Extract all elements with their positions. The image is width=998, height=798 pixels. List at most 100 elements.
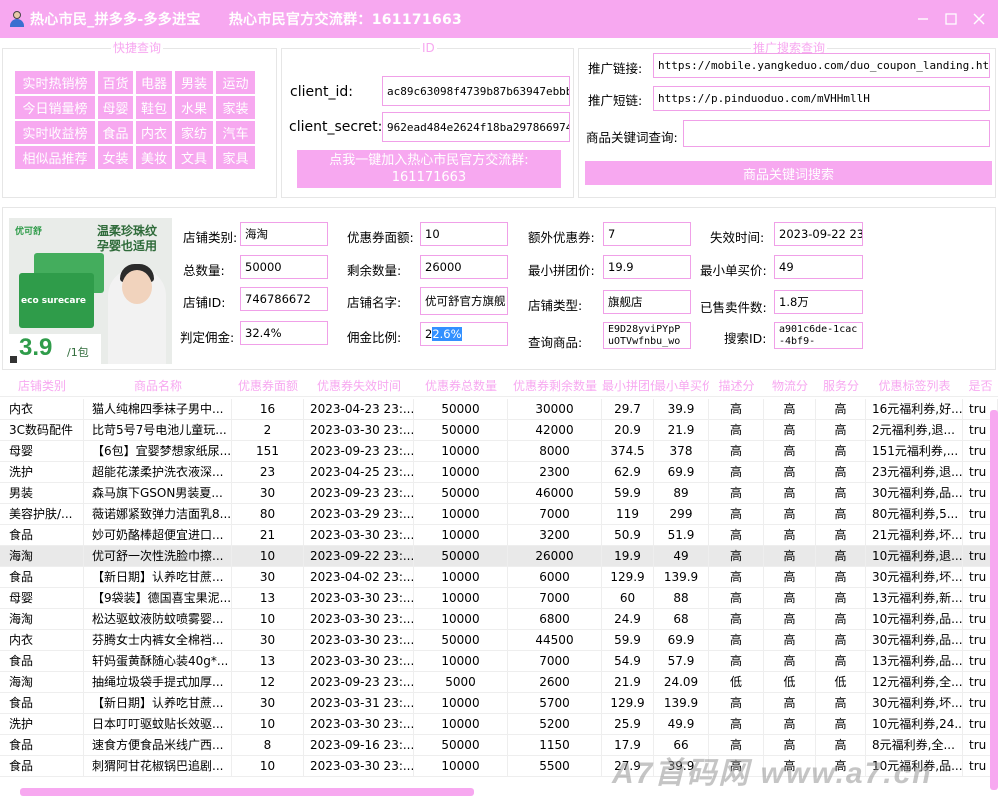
quick-query-button[interactable]: 食品 (98, 121, 133, 144)
table-row[interactable]: 洗护 日本叮叮驱蚊贴长效驱... 10 2023-03-30 23:... 10000 5… (0, 714, 998, 735)
commission-ratio-prefix: 2 (425, 327, 433, 341)
sold-label: 已售卖件数: (700, 300, 767, 315)
quick-query-button[interactable]: 汽车 (216, 121, 255, 144)
table-row[interactable]: 内衣 猫人纯棉四季袜子男中... 16 2023-04-23 23:... 50000 3… (0, 399, 998, 420)
join-group-button[interactable]: 点我一键加入热心市民官方交流群: 161171663 (297, 150, 561, 188)
table-row[interactable]: 母婴 【6包】宜婴梦想家纸尿... 151 2023-09-23 23:... 1000… (0, 441, 998, 462)
column-header[interactable]: 优惠券面额 (232, 375, 304, 396)
table-cell: 30元福利券,品... (866, 483, 963, 503)
column-header[interactable]: 是否 (963, 375, 998, 396)
table-cell: 10000 (414, 693, 508, 713)
sold-field[interactable]: 1.8万 (774, 290, 863, 314)
table-cell: 2023-09-23 23:... (304, 441, 414, 461)
column-header[interactable]: 商品名称 (84, 375, 232, 396)
quick-query-button[interactable]: 家具 (216, 146, 255, 169)
quick-query-button[interactable]: 女装 (98, 146, 133, 169)
column-header[interactable]: 物流分 (764, 375, 816, 396)
expire-field[interactable]: 2023-09-22 23:5 (774, 222, 863, 246)
table-row[interactable]: 美容护肤/... 薇诺娜紧致弹力洁面乳8... 80 2023-03-29 23:..… (0, 504, 998, 525)
column-header[interactable]: 最小单买价 (654, 375, 709, 396)
client-secret-input[interactable]: 962ead484e2624f18ba29786697412f (382, 112, 570, 142)
quick-query-button[interactable]: 内衣 (136, 121, 172, 144)
minimize-icon[interactable] (912, 8, 934, 30)
quick-query-button[interactable]: 实时热销榜 (15, 71, 95, 94)
judge-commission-field[interactable]: 32.4% (240, 321, 328, 345)
shop-category-field[interactable]: 海淘 (240, 222, 328, 246)
coupon-amount-field[interactable]: 10 (420, 222, 508, 246)
query-goods-field[interactable]: E9D28yviPYpPuOTVwfnbu_wokZmo (603, 322, 691, 349)
table-row[interactable]: 食品 妙可奶酪棒超便宜进口... 21 2023-03-30 23:... 10000 3… (0, 525, 998, 546)
shop-kind-field[interactable]: 旗舰店 (603, 290, 691, 314)
total-field[interactable]: 50000 (240, 255, 328, 279)
column-header[interactable]: 优惠券失效时间 (304, 375, 414, 396)
quick-query-button[interactable]: 家装 (216, 96, 255, 119)
quick-query-button[interactable]: 实时收益榜 (15, 121, 95, 144)
column-header[interactable]: 优惠券剩余数量 (508, 375, 602, 396)
table-row[interactable]: 食品 【新日期】认养吃甘蔗... 30 2023-04-02 23:... 10000 6… (0, 567, 998, 588)
quick-query-button[interactable]: 电器 (136, 71, 172, 94)
keyword-input[interactable] (683, 120, 990, 147)
column-header[interactable]: 描述分 (709, 375, 764, 396)
extra-coupon-field[interactable]: 7 (603, 222, 691, 246)
query-goods-label: 查询商品: (528, 335, 583, 350)
table-cell: 10000 (414, 651, 508, 671)
table-cell: 10 (232, 756, 304, 776)
quick-query-button[interactable]: 母婴 (98, 96, 133, 119)
min-group-field[interactable]: 19.9 (603, 255, 691, 279)
table-cell: 速食方便食品米线广西... (84, 735, 232, 755)
quick-query-button[interactable]: 运动 (216, 71, 255, 94)
table-row[interactable]: 洗护 超能花漾柔护洗衣液深... 23 2023-04-25 23:... 10000 2… (0, 462, 998, 483)
table-cell: 高 (709, 399, 764, 419)
commission-ratio-field[interactable]: 2 2.6% (420, 322, 508, 346)
table-row[interactable]: 海淘 松达驱蚊液防蚊喷雾婴... 10 2023-03-30 23:... 10000 6… (0, 609, 998, 630)
quick-query-button[interactable]: 男装 (175, 71, 213, 94)
table-cell: 2023-03-29 23:... (304, 504, 414, 524)
column-header[interactable]: 最小拼团价 (602, 375, 654, 396)
table-header: 店铺类别商品名称优惠券面额优惠券失效时间优惠券总数量优惠券剩余数量最小拼团价最小… (0, 375, 998, 397)
table-row[interactable]: 3C数码配件 比苛5号7号电池儿童玩... 2 2023-03-30 23:... 50… (0, 420, 998, 441)
quick-query-button[interactable]: 文具 (175, 146, 213, 169)
promo-short-input[interactable]: https://p.pinduoduo.com/mVHHmllH (653, 86, 990, 111)
column-header[interactable]: 优惠标签列表 (866, 375, 963, 396)
goods-table: 店铺类别商品名称优惠券面额优惠券失效时间优惠券总数量优惠券剩余数量最小拼团价最小… (0, 375, 998, 798)
remain-field[interactable]: 26000 (420, 255, 508, 279)
table-row[interactable]: 海淘 优可舒一次性洗脸巾擦... 10 2023-09-22 23:... 50000 2… (0, 546, 998, 567)
table-cell: 10 (232, 546, 304, 566)
shop-id-field[interactable]: 746786672 (240, 287, 328, 311)
table-cell: 10元福利券,品... (866, 609, 963, 629)
table-row[interactable]: 海淘 抽绳垃圾袋手提式加厚... 12 2023-09-23 23:... 5000 26… (0, 672, 998, 693)
table-row[interactable]: 内衣 芬腾女士内裤女全棉裆... 30 2023-03-30 23:... 50000 4… (0, 630, 998, 651)
vertical-scrollbar[interactable] (990, 410, 998, 790)
quick-query-button[interactable]: 百货 (98, 71, 133, 94)
maximize-icon[interactable] (940, 8, 962, 30)
quick-query-button[interactable]: 相似品推荐 (15, 146, 95, 169)
table-cell: 30元福利券,品... (866, 630, 963, 650)
column-header[interactable]: 店铺类别 (0, 375, 84, 396)
quick-query-button[interactable]: 水果 (175, 96, 213, 119)
min-single-field[interactable]: 49 (774, 255, 863, 279)
quick-query-button[interactable]: 家纺 (175, 121, 213, 144)
table-row[interactable]: 食品 【新日期】认养吃甘蔗... 30 2023-03-31 23:... 10000 5… (0, 693, 998, 714)
table-cell: 高 (709, 525, 764, 545)
table-row[interactable]: 食品 轩妈蛋黄酥随心装40g*... 13 2023-03-30 23:... 1000… (0, 651, 998, 672)
column-header[interactable]: 服务分 (816, 375, 866, 396)
table-cell: 2023-03-30 23:... (304, 756, 414, 776)
close-icon[interactable] (968, 8, 990, 30)
quick-query-button[interactable]: 美妆 (136, 146, 172, 169)
table-cell: 16元福利券,好... (866, 399, 963, 419)
search-id-field[interactable]: a901c6de-1cac-4bf9- (774, 322, 863, 349)
client-id-input[interactable]: ac89c63098f4739b87b63947ebbbfa7 (382, 76, 570, 106)
table-cell: 60 (602, 588, 654, 608)
table-cell: 378 (654, 441, 709, 461)
quick-query-button[interactable]: 今日销量榜 (15, 96, 95, 119)
table-row[interactable]: 男装 森马旗下GSON男装夏... 30 2023-09-23 23:... 50000… (0, 483, 998, 504)
promo-link-input[interactable]: https://mobile.yangkeduo.com/duo_coupon_… (653, 53, 990, 78)
table-cell: 美容护肤/... (0, 504, 84, 524)
table-cell: 49 (654, 546, 709, 566)
table-row[interactable]: 母婴 【9袋装】德国喜宝果泥... 13 2023-03-30 23:... 10000… (0, 588, 998, 609)
column-header[interactable]: 优惠券总数量 (414, 375, 508, 396)
shop-name-field[interactable]: 优可舒官方旗舰 (420, 287, 508, 315)
horizontal-scrollbar[interactable] (20, 788, 474, 796)
keyword-search-button[interactable]: 商品关键词搜索 (585, 161, 992, 185)
quick-query-button[interactable]: 鞋包 (136, 96, 172, 119)
